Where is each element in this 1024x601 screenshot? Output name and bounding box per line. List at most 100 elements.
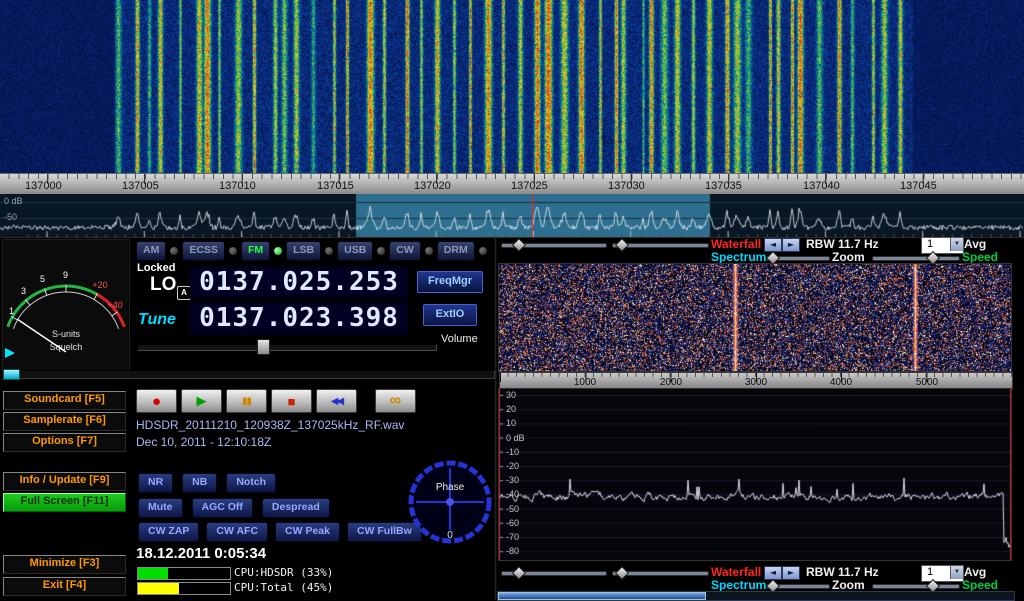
db-scale-label: 0 dB <box>506 433 525 443</box>
phase-label: Phase <box>436 482 465 493</box>
soundcard-button[interactable]: Soundcard [F5] <box>3 391 126 410</box>
spectrum-db-mid-label: -50 <box>4 212 17 222</box>
lower-speed-label: Speed <box>962 578 998 592</box>
upper-waterfall-label[interactable]: Waterfall <box>711 237 761 251</box>
cw-afc-button[interactable]: CW AFC <box>206 522 268 542</box>
pause-button[interactable]: ▮▮ <box>226 389 267 413</box>
squelch-slider-thumb[interactable] <box>3 369 20 380</box>
upper-waterfall-brightness-thumb[interactable] <box>615 238 629 252</box>
mode-button-usb[interactable]: USB <box>337 241 373 261</box>
dsp-row-2: Mute AGC Off Despread <box>138 498 330 518</box>
audio-frequency-scale[interactable]: 1000 2000 3000 4000 5000 <box>499 372 1013 390</box>
s-meter-label: +20 <box>92 280 107 290</box>
play-icon: ▶ <box>197 393 207 409</box>
phase-value: 0 <box>447 530 453 541</box>
info-update-button[interactable]: Info / Update [F9] <box>3 472 126 491</box>
stop-icon: ■ <box>288 394 296 409</box>
lower-avg-select-value: 1 <box>927 566 933 578</box>
db-scale-label: -50 <box>506 504 519 514</box>
hz-scale-label: 3000 <box>745 377 767 388</box>
cpu-total-fill <box>138 583 179 594</box>
despread-button[interactable]: Despread <box>262 498 330 518</box>
samplerate-button[interactable]: Samplerate [F6] <box>3 412 126 431</box>
mode-button-cw[interactable]: CW <box>389 241 421 261</box>
fullscreen-button[interactable]: Full Screen [F11] <box>3 493 126 512</box>
tune-frequency-display[interactable]: 0137.023.398 <box>190 302 408 335</box>
mode-led-am-icon <box>169 246 179 256</box>
nr-button[interactable]: NR <box>138 473 173 493</box>
nb-button[interactable]: NB <box>182 473 217 493</box>
audio-waterfall-display[interactable] <box>499 264 1011 371</box>
shift-left-button[interactable]: ◄ <box>764 238 782 252</box>
main-frequency-scale[interactable]: 137000 137005 137010 137015 137020 13702… <box>0 173 1024 195</box>
minimize-button[interactable]: Minimize [F3] <box>3 555 126 574</box>
hz-scale-label: 2000 <box>660 377 682 388</box>
mode-button-ecss[interactable]: ECSS <box>182 241 225 261</box>
main-spectrum-display[interactable] <box>0 194 1024 237</box>
lower-waterfall-contrast-thumb[interactable] <box>512 566 526 580</box>
notch-button[interactable]: Notch <box>226 473 276 493</box>
lower-waterfall-brightness-thumb[interactable] <box>615 566 629 580</box>
play-button[interactable]: ▶ <box>181 389 222 413</box>
cpu-total-label: CPU:Total (45%) <box>234 581 333 594</box>
upper-spectrum-label[interactable]: Spectrum <box>711 250 766 264</box>
stop-button[interactable]: ■ <box>271 389 312 413</box>
lower-waterfall-label[interactable]: Waterfall <box>711 565 761 579</box>
lo-lock-badge-icon[interactable]: A <box>177 286 191 300</box>
arrow-left-icon: ◄ <box>770 240 776 249</box>
audio-spectrum-display[interactable] <box>499 389 1011 560</box>
shift-right-button[interactable]: ► <box>782 566 800 580</box>
rewind-button[interactable]: ◀◀ <box>316 389 357 413</box>
s-meter-ticks <box>11 285 117 320</box>
lower-speed-track[interactable] <box>872 584 960 589</box>
agc-button[interactable]: AGC Off <box>192 498 253 518</box>
db-scale-label: 20 <box>506 404 516 414</box>
mode-button-drm[interactable]: DRM <box>437 241 475 261</box>
mode-led-cw-icon <box>424 246 434 256</box>
lower-avg-select[interactable]: 1 ▼ <box>921 565 964 582</box>
lower-avg-label: Avg <box>964 565 986 579</box>
upper-waterfall-contrast-thumb[interactable] <box>512 238 526 252</box>
options-button[interactable]: Options [F7] <box>3 433 126 452</box>
cw-zap-button[interactable]: CW ZAP <box>138 522 199 542</box>
extio-button[interactable]: ExtIO <box>423 304 477 326</box>
spectrum-pan-thumb[interactable] <box>498 592 706 600</box>
volume-slider-thumb[interactable] <box>257 339 270 355</box>
squelch-marker-icon[interactable] <box>5 348 15 358</box>
upper-shift-buttons: ◄ ► <box>764 238 800 252</box>
main-waterfall-display[interactable] <box>0 0 1024 173</box>
mode-button-lsb[interactable]: LSB <box>286 241 321 261</box>
mode-button-row: AM ECSS FM LSB USB CW DRM <box>136 241 488 261</box>
upper-zoom-thumb[interactable] <box>766 251 780 265</box>
s-meter: 1 3 5 9 +20 +40 S-units Squelch <box>2 239 130 373</box>
squelch-slider-track[interactable] <box>2 370 495 379</box>
dsp-row-3: CW ZAP CW AFC CW Peak CW FullBw <box>138 522 422 542</box>
mode-button-fm[interactable]: FM <box>241 241 270 261</box>
mode-led-ecss-icon <box>228 246 238 256</box>
db-scale-label: -70 <box>506 532 519 542</box>
freqmgr-button[interactable]: FreqMgr <box>417 271 483 293</box>
shift-left-button[interactable]: ◄ <box>764 566 782 580</box>
s-meter-label: 1 <box>9 306 14 316</box>
cw-peak-button[interactable]: CW Peak <box>275 522 340 542</box>
lo-label: LO <box>150 274 176 296</box>
s-meter-label: 9 <box>63 270 68 280</box>
mode-led-drm-icon <box>478 246 488 256</box>
upper-speed-track[interactable] <box>872 256 960 261</box>
upper-rbw-label: RBW 11.7 Hz <box>806 237 879 251</box>
transport-bar: ● ▶ ▮▮ ■ ◀◀ ∞ <box>136 389 416 413</box>
upper-avg-select[interactable]: 1 ▼ <box>921 237 964 254</box>
freq-scale-label: 137000 <box>25 180 62 192</box>
lower-spectrum-label[interactable]: Spectrum <box>711 578 766 592</box>
db-scale-label: 10 <box>506 418 516 428</box>
volume-slider-track[interactable] <box>137 344 437 351</box>
cpu-total-bar <box>137 582 231 595</box>
mute-button[interactable]: Mute <box>138 498 183 518</box>
freq-scale-label: 137040 <box>803 180 840 192</box>
mode-button-am[interactable]: AM <box>136 241 166 261</box>
record-button[interactable]: ● <box>136 389 177 413</box>
exit-button[interactable]: Exit [F4] <box>3 577 126 596</box>
loop-button[interactable]: ∞ <box>375 389 416 413</box>
lo-frequency-display[interactable]: 0137.025.253 <box>190 266 408 299</box>
shift-right-button[interactable]: ► <box>782 238 800 252</box>
